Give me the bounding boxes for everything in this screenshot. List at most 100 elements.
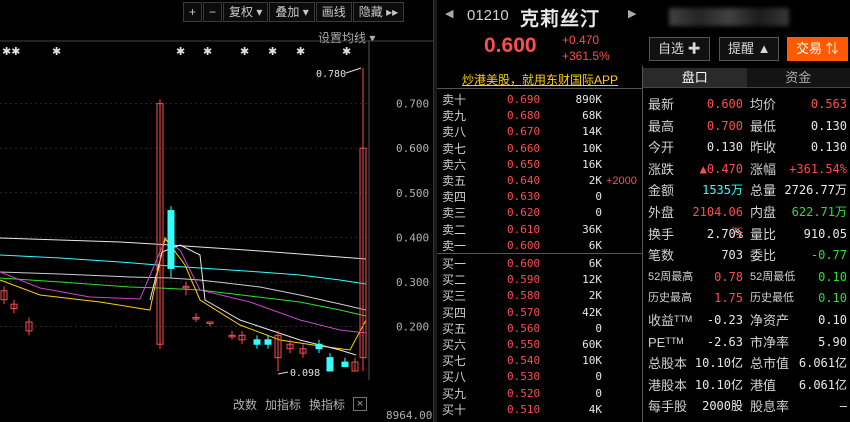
stat-row: 笔数 703 委比 -0.77	[645, 245, 850, 266]
ask-volume: 16K	[582, 157, 602, 171]
bid-row[interactable]: 买九 0.520 0	[437, 386, 642, 402]
bid-label: 买八	[442, 370, 467, 385]
ask-row[interactable]: 卖六 0.650 16K	[437, 157, 642, 173]
ask-volume: 10K	[582, 141, 602, 155]
adjust-price-dropdown[interactable]: 复权 ▾	[223, 2, 269, 22]
bid-volume: 6K	[588, 257, 602, 270]
bid-row[interactable]: 买八 0.530 0	[437, 369, 642, 385]
stat-row: 收益ᵀᵀᴹ -0.23 净资产 0.10	[645, 310, 850, 331]
bid-row[interactable]: 买一 0.600 6K	[437, 256, 642, 272]
ask-label: 卖七	[442, 141, 467, 156]
ask-volume: 0	[595, 190, 602, 204]
tab-orderbook[interactable]: 盘口	[643, 68, 747, 88]
stat-value: 0.130	[810, 140, 847, 155]
ma-line-thin	[149, 244, 357, 356]
ask-row[interactable]: 卖十 0.690 890K	[437, 92, 642, 108]
ask-row[interactable]: 卖三 0.620 0	[437, 205, 642, 221]
close-icon[interactable]: ×	[353, 397, 368, 411]
bid-row[interactable]: 买四 0.570 42K	[437, 305, 642, 321]
bid-volume: 0	[595, 386, 602, 400]
hide-panel-button[interactable]: 隐藏 ▸▸	[352, 2, 405, 22]
draw-line-button[interactable]: 画线	[315, 2, 352, 22]
ask-price: 0.620	[507, 206, 541, 220]
switch-indicator-button[interactable]: 换指标	[309, 396, 345, 413]
ask-price: 0.650	[507, 157, 541, 171]
bid-row[interactable]: 买七 0.540 10K	[437, 353, 642, 369]
ask-volume: 36K	[582, 222, 602, 236]
quote-panel: ◀ 01210 克莉丝汀 ▶ 0.600 +0.470 +361.5% 自选 ✚…	[437, 0, 850, 422]
event-marker-icon: ✱	[52, 46, 61, 58]
tab-capital[interactable]: 资金	[746, 68, 850, 88]
bid-row[interactable]: 买六 0.550 60K	[437, 337, 642, 353]
stat-label: 涨跌	[648, 161, 675, 177]
ask-row[interactable]: 卖八 0.670 14K	[437, 124, 642, 140]
low-annotation-arrow	[277, 371, 289, 375]
stat-label: 每手股	[648, 399, 688, 415]
alert-button[interactable]: 提醒 ▲	[719, 37, 780, 61]
stat-value: 0.130	[810, 118, 847, 133]
ask-volume: 68K	[582, 109, 602, 123]
ask-price: 0.640	[507, 174, 541, 187]
next-stock-icon[interactable]: ▶	[628, 7, 636, 20]
bid-row[interactable]: 买十 0.510 4K	[437, 402, 642, 418]
edit-params-button[interactable]: 改数	[233, 396, 257, 413]
add-watchlist-button[interactable]: 自选 ✚	[649, 37, 710, 61]
zoom-in-button[interactable]: +	[183, 2, 203, 22]
stat-row: 最高 0.700 最低 0.130	[645, 116, 850, 137]
stat-label: 金额	[648, 183, 675, 199]
bid-label: 买九	[442, 386, 467, 401]
candle-body	[341, 361, 349, 368]
ad-link[interactable]: 炒港美股，就用东财国际APP	[462, 71, 618, 88]
event-marker-icon: ✱	[296, 46, 305, 58]
bid-row[interactable]: 买二 0.590 12K	[437, 272, 642, 288]
zoom-out-button[interactable]: −	[203, 2, 223, 22]
candlestick-chart[interactable]: 0.7000.6000.5000.4000.3000.200✱✱ ✱ ✱ ✱ ✱ ✱ ✱ ✱0…	[0, 40, 433, 380]
stat-value: 6.061亿	[798, 377, 847, 392]
stat-label: 换手	[648, 226, 675, 242]
orderbook-top-divider	[437, 88, 642, 89]
stat-row: 涨跌 ▲0.470 涨幅 +361.54%	[645, 159, 850, 180]
y-tick-label: 0.200	[396, 320, 429, 333]
ask-row[interactable]: 卖五 0.640 2K +2000	[437, 173, 642, 189]
bid-row[interactable]: 买五 0.560 0	[437, 321, 642, 337]
stat-row: 外盘 2104.06万 内盘 622.71万	[645, 202, 850, 240]
quote-tabs: 盘口 资金	[643, 68, 850, 88]
stat-row: 今开 0.130 昨收 0.130	[645, 137, 850, 158]
candle-body	[326, 357, 334, 372]
stat-value: ▲0.470	[699, 161, 743, 176]
stat-label: 委比	[750, 248, 777, 264]
ask-price: 0.610	[507, 222, 541, 236]
stock-code: 01210	[467, 7, 509, 24]
volume-axis-label: 8964.00	[386, 409, 433, 422]
kline-chart-panel[interactable]: + − 复权 ▾ 叠加 ▾ 画线 隐藏 ▸▸ 设置均线 ▾ 0.700 0.600…	[0, 0, 433, 422]
ask-row[interactable]: 卖二 0.610 36K	[437, 222, 642, 238]
bid-row[interactable]: 买三 0.580 2K	[437, 288, 642, 304]
last-price: 0.600	[484, 34, 537, 57]
y-tick-label: 0.700	[396, 98, 429, 111]
bid-price: 0.520	[507, 386, 541, 400]
stat-label: 今开	[648, 140, 675, 156]
ask-row[interactable]: 卖一 0.600 6K	[437, 238, 642, 254]
price-change: +0.470	[562, 33, 600, 47]
stat-row: 换手 2.70% 量比 910.05	[645, 224, 850, 245]
ask-price: 0.630	[507, 190, 541, 204]
trade-button[interactable]: 交易 ⇅	[787, 37, 848, 61]
bid-label: 买一	[442, 257, 467, 271]
prev-stock-icon[interactable]: ◀	[445, 7, 453, 20]
bid-price: 0.580	[507, 289, 541, 303]
ask-price: 0.690	[507, 93, 541, 106]
ask-row[interactable]: 卖四 0.630 0	[437, 189, 642, 205]
overlay-dropdown[interactable]: 叠加 ▾	[269, 2, 315, 22]
add-indicator-button[interactable]: 加指标	[265, 396, 301, 413]
ask-row[interactable]: 卖九 0.680 68K	[437, 108, 642, 124]
stat-row: 历史最高 1.75 历史最低 0.10	[645, 288, 850, 309]
ask-label: 卖二	[442, 222, 467, 237]
stat-label: 外盘	[648, 205, 675, 220]
event-marker-icon: ✱	[176, 46, 185, 58]
stat-value: 2.70%	[706, 226, 743, 241]
bid-volume: 4K	[588, 402, 602, 416]
high-annotation-arrow	[345, 67, 362, 74]
ask-row[interactable]: 卖七 0.660 10K	[437, 141, 642, 157]
stat-value: 0.130	[706, 140, 743, 155]
stat-value: —	[839, 399, 847, 414]
